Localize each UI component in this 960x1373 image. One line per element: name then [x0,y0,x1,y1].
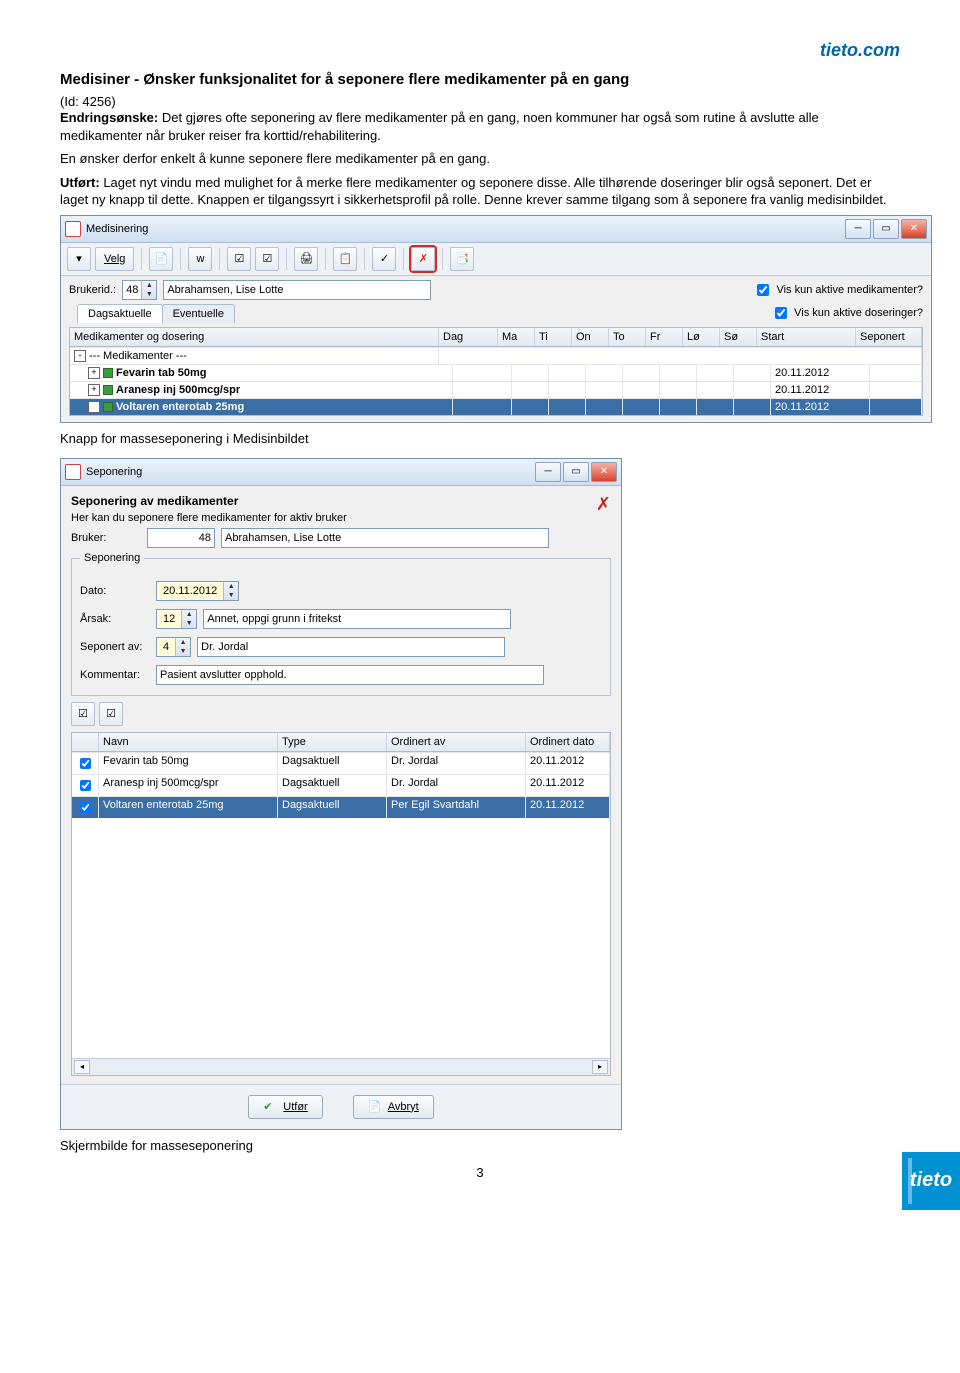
toolbar-icon-7[interactable]: ✓ [372,247,396,271]
avbryt-button[interactable]: 📄 Avbryt [353,1095,434,1119]
col-to[interactable]: To [609,328,646,346]
arsak-id-field[interactable]: 12▲▼ [156,609,197,629]
dialog-subtext: Her kan du seponere flere medikamenter f… [71,512,347,524]
bruker-name-field: Abrahamsen, Lise Lotte [221,528,549,548]
titlebar: Seponering ─ ▭ ✕ [61,459,621,486]
tree-header-row: ---- Medikamenter --- [70,347,922,364]
kommentar-field[interactable]: Pasient avslutter opphold. [156,665,544,685]
toolbar-icon-1[interactable]: 📄 [149,247,173,271]
minimize-button[interactable]: ─ [535,462,561,482]
tab-eventuelle[interactable]: Eventuelle [162,304,235,323]
col-start[interactable]: Start [757,328,856,346]
col-on[interactable]: On [572,328,609,346]
caption-1: Knapp for masseseponering i Medisinbilde… [60,431,900,446]
brukerid-spinner[interactable]: 48▲▼ [122,280,157,300]
col-check [72,733,99,751]
scroll-right-button[interactable]: ▸ [592,1060,608,1074]
toolbar: ▾ Velg 📄 w ☑ ☑ 🖨 📋 ✓ ✗ 📑 [61,243,931,276]
table-row[interactable]: Fevarin tab 50mgDagsaktuellDr. Jordal20.… [72,752,610,774]
toolbar-icon-copy[interactable]: 📑 [450,247,474,271]
col-navn[interactable]: Navn [99,733,278,751]
col-so[interactable]: Sø [720,328,757,346]
toolbar-icon-2[interactable]: w [188,247,212,271]
window-title: Medisinering [86,223,148,235]
dropdown-button[interactable]: ▾ [67,247,91,271]
medisinering-window: Medisinering ─ ▭ ✕ ▾ Velg 📄 w ☑ ☑ 🖨 📋 ✓ … [60,215,932,423]
h-scrollbar[interactable]: ◂ ▸ [72,1058,610,1075]
col-lo[interactable]: Lø [683,328,720,346]
seponertav-text-field: Dr. Jordal [197,637,505,657]
arsak-label: Årsak: [80,613,150,625]
utfor-button[interactable]: ✔ Utfør [248,1095,322,1119]
app-icon [65,221,81,237]
seponering-fieldset: Seponering Dato: 20.11.2012▲▼ Årsak: 12▲… [71,558,611,696]
seponertav-id-field[interactable]: 4▲▼ [156,637,191,657]
col-fr[interactable]: Fr [646,328,683,346]
bruker-name-field[interactable]: Abrahamsen, Lise Lotte [163,280,431,300]
uncheck-all-button[interactable]: ☑ [99,702,123,726]
dato-label: Dato: [80,585,150,597]
seponertav-label: Seponert av: [80,641,150,653]
toolbar-icon-4[interactable]: ☑ [255,247,279,271]
col-type[interactable]: Type [278,733,387,751]
table-row[interactable]: Aranesp inj 500mcg/sprDagsaktuellDr. Jor… [72,774,610,796]
dato-field[interactable]: 20.11.2012▲▼ [156,581,239,601]
table-row[interactable]: +Voltaren enterotab 25mg20.11.2012 [70,398,922,415]
minimize-button[interactable]: ─ [845,219,871,239]
dialog-heading: Seponering av medikamenter [71,494,347,508]
col-ordinert-av[interactable]: Ordinert av [387,733,526,751]
mass-discontinue-button[interactable]: ✗ [411,247,435,271]
col-dag[interactable]: Dag [439,328,498,346]
table-row[interactable]: +Aranesp inj 500mcg/spr20.11.2012 [70,381,922,398]
discontinue-icon: ✗ [596,494,611,515]
bruker-label: Bruker: [71,532,141,544]
velg-button[interactable]: Velg [95,247,134,271]
close-button[interactable]: ✕ [901,219,927,239]
arsak-text-field: Annet, oppgi grunn i fritekst [203,609,511,629]
maximize-button[interactable]: ▭ [873,219,899,239]
close-button[interactable]: ✕ [591,462,617,482]
check-icon: ✔ [263,1100,277,1114]
footer-logo: tieto [902,1152,960,1210]
page-header-logo: tieto.com [60,40,900,61]
article-title: Medisiner - Ønsker funksjonalitet for å … [60,71,900,88]
brukerid-label: Brukerid.: [69,284,116,296]
window-title: Seponering [86,466,142,478]
maximize-button[interactable]: ▭ [563,462,589,482]
app-icon [65,464,81,480]
col-seponert[interactable]: Seponert [856,328,922,346]
chk-aktive-medikamenter[interactable]: Vis kun aktive medikamenter? [753,281,923,299]
tab-dagsaktuelle[interactable]: Dagsaktuelle [77,304,163,323]
bruker-id-field: 48 [147,528,215,548]
col-med[interactable]: Medikamenter og dosering [70,328,439,346]
toolbar-icon-6[interactable]: 📋 [333,247,357,271]
col-ma[interactable]: Ma [498,328,535,346]
table-row[interactable]: Voltaren enterotab 25mgDagsaktuellPer Eg… [72,796,610,818]
paragraph-request: Endringsønske: Det gjøres ofte seponerin… [60,109,900,144]
toolbar-icon-3[interactable]: ☑ [227,247,251,271]
seponering-grid: Navn Type Ordinert av Ordinert dato Feva… [71,732,611,1076]
titlebar: Medisinering ─ ▭ ✕ [61,216,931,243]
paragraph-done: Utført: Laget nyt vindu med mulighet for… [60,174,900,209]
cancel-icon: 📄 [368,1100,382,1114]
col-ti[interactable]: Ti [535,328,572,346]
caption-2: Skjermbilde for masseseponering [60,1138,900,1153]
chk-aktive-doseringer[interactable]: Vis kun aktive doseringer? [771,304,923,322]
paragraph-desc: En ønsker derfor enkelt å kunne seponere… [60,150,900,168]
medikament-grid: Medikamenter og dosering Dag Ma Ti On To… [69,327,923,416]
table-row[interactable]: +Fevarin tab 50mg20.11.2012 [70,364,922,381]
kommentar-label: Kommentar: [80,669,150,681]
page-number: 3 [60,1165,900,1180]
article-id: (Id: 4256) [60,94,900,109]
col-ordinert-dato[interactable]: Ordinert dato [526,733,610,751]
scroll-left-button[interactable]: ◂ [74,1060,90,1074]
toolbar-icon-5[interactable]: 🖨 [294,247,318,271]
seponering-window: Seponering ─ ▭ ✕ Seponering av medikamen… [60,458,622,1130]
check-all-button[interactable]: ☑ [71,702,95,726]
